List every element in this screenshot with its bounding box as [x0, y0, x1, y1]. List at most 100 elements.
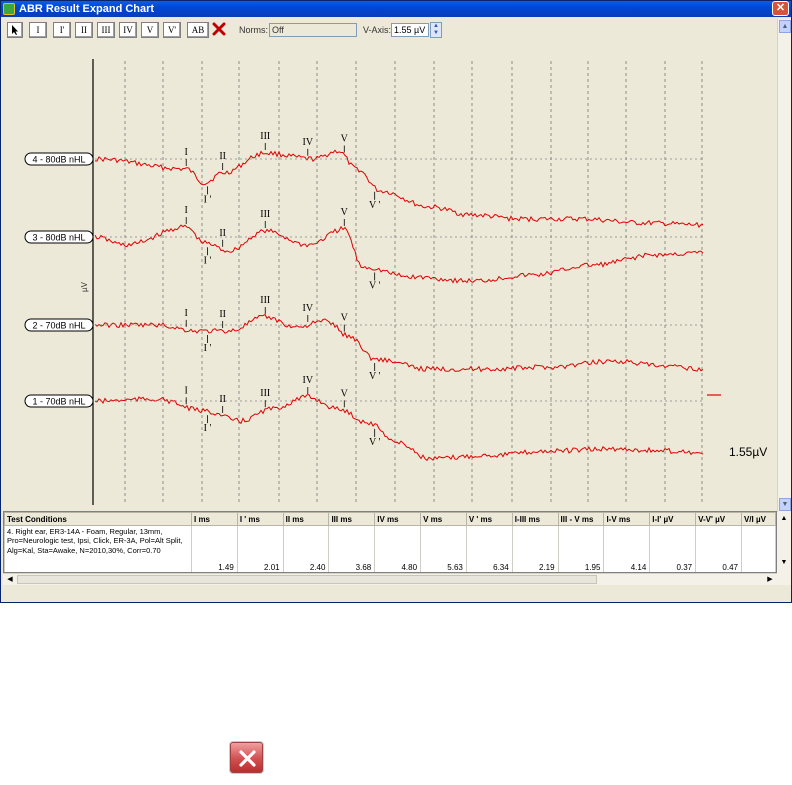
peak-label: V ' — [369, 200, 381, 211]
close-dialog-button[interactable] — [230, 742, 263, 773]
v-axis-field[interactable]: 1.55 µV — [391, 23, 429, 37]
test-conditions-cell: 4. Right ear, ER3-14A - Foam, Regular, 1… — [4, 525, 192, 572]
peak-label: IV — [303, 375, 314, 386]
table-scroll-down-icon[interactable]: ▼ — [779, 558, 789, 568]
table-scroll-up-icon[interactable]: ▲ — [779, 514, 789, 524]
column-header[interactable]: III - V ms — [557, 512, 605, 526]
table-horizontal-scrollbar[interactable]: ◀ ▶ — [3, 573, 777, 585]
trace-label: 1 - 70dB nHL — [32, 397, 85, 407]
delete-peak-button[interactable] — [211, 22, 227, 38]
column-header[interactable]: I-I' µV — [649, 512, 697, 526]
scroll-thumb[interactable] — [17, 575, 597, 584]
table-header-row: Test Conditions I ms I ' ms II ms III ms IV m… — [4, 512, 776, 526]
window-close-button[interactable]: ✕ — [772, 1, 789, 16]
peak-V-button[interactable]: V — [141, 22, 159, 38]
peak-label: III — [260, 388, 270, 399]
peak-label: V — [341, 388, 349, 399]
table-vertical-scrollbar[interactable]: ▲ ▼ — [777, 512, 791, 585]
peak-I-prime-button[interactable]: I' — [53, 22, 71, 38]
toolbar: I I' II III IV V V' AB Norms: Off V-Axis… — [3, 19, 773, 43]
waveform-trace — [94, 224, 704, 284]
peak-I-button[interactable]: I — [29, 22, 47, 38]
peak-label: V — [341, 134, 349, 145]
norms-field[interactable]: Off — [269, 23, 357, 37]
peak-label: II — [219, 228, 226, 239]
peak-label: V ' — [369, 280, 381, 291]
results-table: Test Conditions I ms I ' ms II ms III ms IV m… — [3, 511, 777, 573]
spin-up-icon[interactable]: ▲ — [431, 23, 441, 30]
latency-cell: 4.80 — [374, 525, 422, 572]
peak-V-prime-button[interactable]: V' — [163, 22, 181, 38]
peak-label: V ' — [369, 371, 381, 382]
column-header[interactable]: I ms — [191, 512, 238, 526]
latency-cell: 0.47 — [695, 525, 742, 572]
peak-label: I — [185, 385, 188, 396]
column-header[interactable]: III ms — [328, 512, 376, 526]
table-row[interactable]: 4. Right ear, ER3-14A - Foam, Regular, 1… — [4, 525, 776, 572]
abr-expand-chart-window: ABR Result Expand Chart ✕ I I' II III IV… — [0, 0, 792, 603]
column-header[interactable]: V ms — [420, 512, 467, 526]
latency-cell: 2.40 — [282, 525, 330, 572]
v-axis-spinner[interactable]: ▲ ▼ — [430, 22, 442, 38]
latency-cell: 6.34 — [465, 525, 513, 572]
latency-cell — [740, 525, 776, 572]
cursor-arrow-icon — [12, 25, 18, 35]
trace-label: 3 - 80dB nHL — [32, 233, 85, 243]
y-unit-label: µV — [80, 281, 89, 292]
peak-label: III — [260, 209, 270, 220]
peak-label: III — [260, 295, 270, 306]
latency-cell: 0.37 — [649, 525, 697, 572]
peak-label: V — [341, 207, 349, 218]
app-icon — [3, 3, 15, 15]
close-icon — [239, 750, 256, 767]
peak-AB-button[interactable]: AB — [187, 22, 209, 38]
latency-cell: 5.63 — [420, 525, 467, 572]
column-header[interactable]: I-III ms — [511, 512, 559, 526]
waveform-trace — [94, 394, 704, 462]
column-header[interactable]: I ' ms — [236, 512, 284, 526]
latency-cell: 2.01 — [236, 525, 284, 572]
v-axis-label: V-Axis: — [363, 25, 392, 35]
norms-label: Norms: — [239, 25, 268, 35]
latency-cell: 1.95 — [557, 525, 605, 572]
peak-label: I — [185, 147, 188, 158]
scroll-right-icon[interactable]: ▶ — [765, 574, 775, 585]
peak-label: I — [185, 205, 188, 216]
chart-vertical-scrollbar[interactable]: ▲ ▼ — [777, 19, 791, 512]
peak-IV-button[interactable]: IV — [119, 22, 137, 38]
peak-label: III — [260, 131, 270, 142]
scroll-left-icon[interactable]: ◀ — [5, 574, 15, 585]
peak-label: I ' — [204, 423, 212, 434]
peak-label: II — [219, 151, 226, 162]
peak-III-button[interactable]: III — [97, 22, 115, 38]
column-header[interactable]: V ' ms — [465, 512, 513, 526]
scroll-down-icon[interactable]: ▼ — [779, 498, 791, 511]
red-x-icon — [212, 22, 226, 36]
title-bar[interactable]: ABR Result Expand Chart ✕ — [1, 1, 791, 17]
column-header[interactable]: V/I µV — [740, 512, 776, 526]
latency-cell: 2.19 — [511, 525, 559, 572]
trace-label: 4 - 80dB nHL — [32, 155, 85, 165]
column-header[interactable]: II ms — [282, 512, 330, 526]
peak-label: IV — [303, 137, 314, 148]
waveform-svg: 4 - 80dB nHLII 'IIIIIIV VV '3 - 80dB nHLI… — [24, 59, 767, 505]
scroll-up-icon[interactable]: ▲ — [779, 20, 791, 33]
pointer-tool-button[interactable] — [7, 22, 23, 38]
peak-label: II — [219, 309, 226, 320]
trace-label: 2 - 70dB nHL — [32, 321, 85, 331]
peak-label: I — [185, 308, 188, 319]
peak-label: I ' — [204, 194, 212, 205]
latency-cell: 1.49 — [191, 525, 238, 572]
abr-waveform-chart[interactable]: 4 - 80dB nHL I I ' II III IV V V ' 3 - 80dB nHL I… — [3, 43, 777, 509]
peak-label: II — [219, 394, 226, 405]
column-header[interactable]: IV ms — [374, 512, 422, 526]
peak-label: IV — [303, 303, 314, 314]
scale-label: 1.55µV — [729, 445, 767, 459]
column-header[interactable]: I-V ms — [603, 512, 651, 526]
column-header[interactable]: Test Conditions — [4, 512, 192, 526]
peak-label: I ' — [204, 255, 212, 266]
column-header[interactable]: V-V' µV — [695, 512, 742, 526]
latency-cell: 3.68 — [328, 525, 376, 572]
spin-down-icon[interactable]: ▼ — [431, 30, 441, 37]
peak-II-button[interactable]: II — [75, 22, 93, 38]
